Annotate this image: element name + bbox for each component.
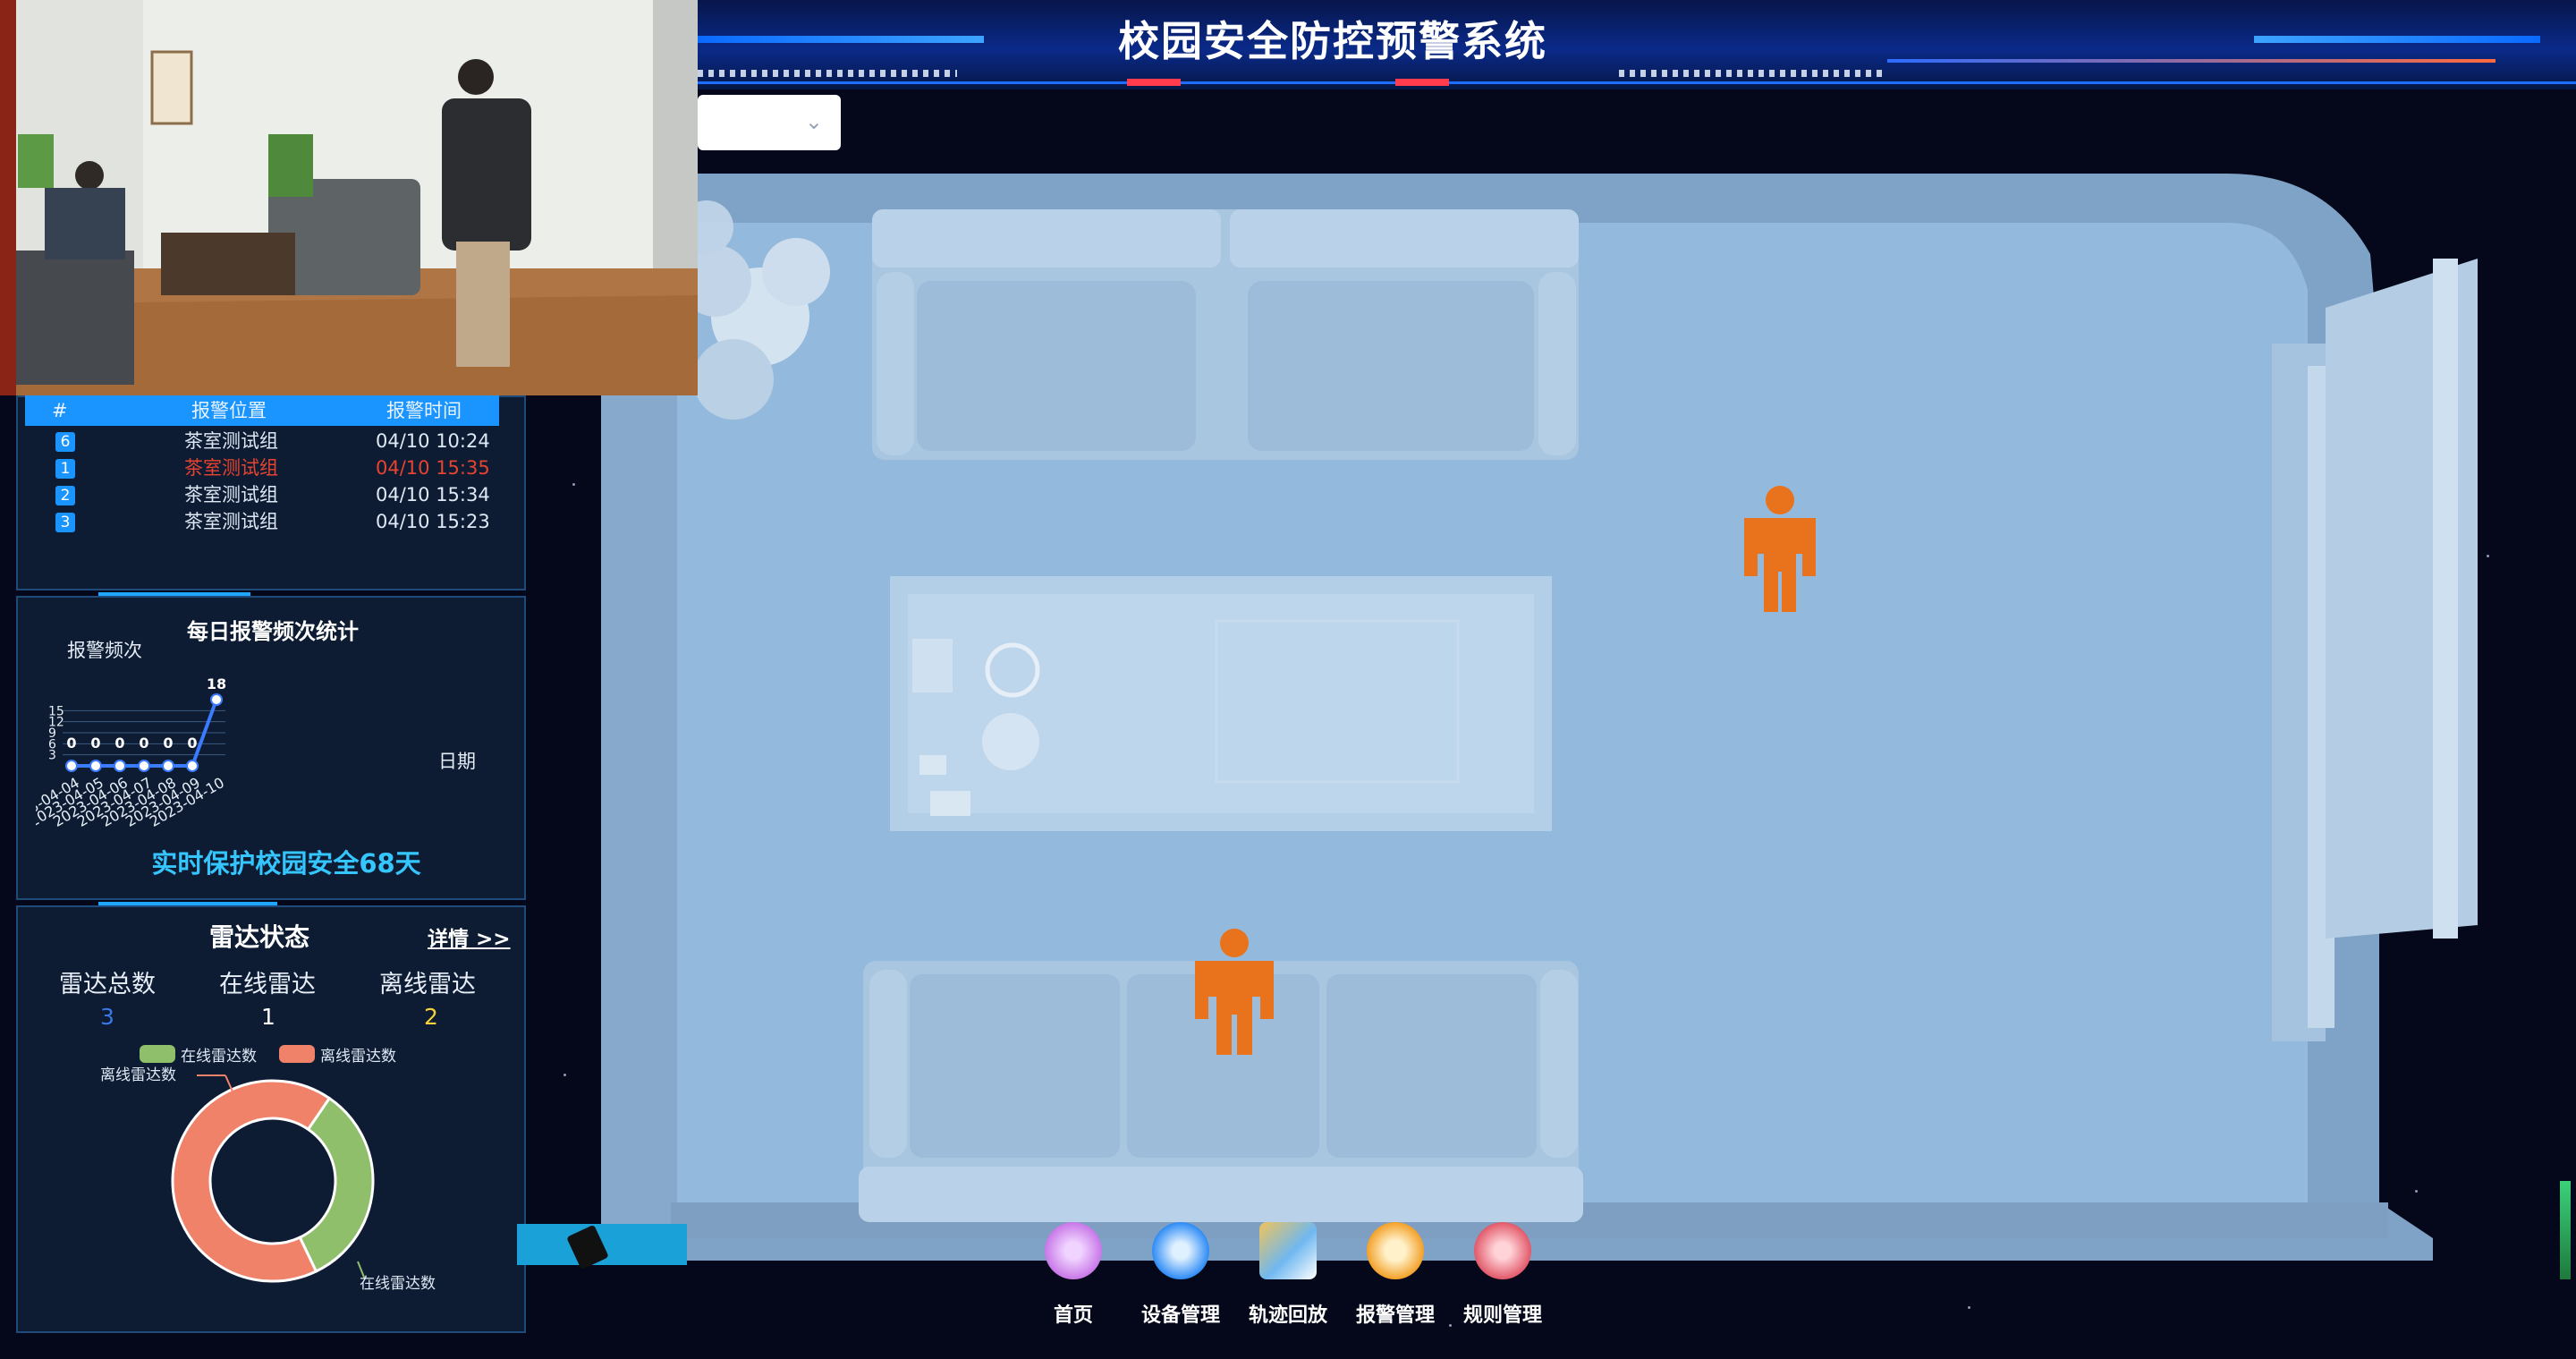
radar-online-value: 1: [261, 1004, 275, 1030]
safety-days-banner: 实时保护校园安全68天: [151, 848, 421, 879]
chart-point: [186, 760, 199, 772]
chart-point: [89, 760, 102, 772]
chart-data-label: 0: [187, 735, 197, 752]
door: [2272, 259, 2478, 1041]
map-icon[interactable]: [1259, 1222, 1317, 1279]
menu-rule-management[interactable]: 规则管理: [1449, 1299, 1556, 1328]
daily-alarm-chart: 报警频次 日期 1512963 2023-04-042023-04-052023…: [36, 640, 476, 830]
room-3d-view[interactable]: [590, 174, 2513, 1337]
radar-total-value: 3: [100, 1004, 114, 1030]
row-location[interactable]: 茶室测试组: [184, 481, 278, 508]
radar-online-label: 在线雷达: [219, 971, 316, 998]
gear-icon[interactable]: [1152, 1222, 1209, 1279]
donut-slice-offline: [171, 1079, 332, 1283]
chart-ytick: 3: [48, 749, 56, 763]
donut-online-label: 在线雷达数: [360, 1275, 436, 1293]
menu-device-management[interactable]: 设备管理: [1127, 1299, 1234, 1328]
radar-total-label: 雷达总数: [59, 971, 156, 998]
chart-point: [210, 693, 223, 706]
donut-offline-label: 离线雷达数: [100, 1066, 176, 1084]
row-time: 04/10 15:34: [376, 484, 490, 505]
chart-data-label: 0: [66, 735, 76, 752]
row-time: 04/10 15:35: [376, 457, 490, 479]
rule-icon[interactable]: [1474, 1222, 1531, 1279]
chart-point: [65, 760, 78, 772]
chart-data-label: 0: [114, 735, 124, 752]
chart-point: [114, 760, 126, 772]
side-indicator: [2560, 1181, 2571, 1279]
chevron-down-icon: ⌄: [804, 109, 823, 134]
radar-offline-label: 离线雷达: [379, 971, 476, 998]
radar-donut-chart: 离线雷达数 在线雷达数: [100, 1066, 436, 1293]
chart-data-label: 0: [139, 735, 148, 752]
radar-details-link[interactable]: 详情 >>: [428, 922, 511, 952]
row-location[interactable]: 茶室测试组: [184, 454, 278, 481]
col-time: 报警时间: [386, 400, 462, 421]
radar-title: 雷达状态: [209, 922, 310, 952]
row-location[interactable]: 茶室测试组: [184, 508, 278, 535]
row-index: 6: [55, 432, 75, 452]
row-index: 1: [55, 459, 75, 479]
device-icon: [566, 1224, 609, 1270]
camera-feed[interactable]: [0, 0, 698, 395]
radar-offline-value: 2: [424, 1004, 438, 1030]
chart-point: [138, 760, 150, 772]
chart-xlabel: 日期: [438, 751, 476, 772]
row-time: 04/10 10:24: [376, 430, 490, 452]
chart-ylabel: 报警频次: [67, 640, 142, 661]
chart-data-label: 0: [90, 735, 100, 752]
page-title: 校园安全防控预警系统: [1118, 17, 1547, 65]
menu-track-playback[interactable]: 轨迹回放: [1234, 1299, 1342, 1328]
row-index: 2: [55, 486, 75, 505]
map-legend-box[interactable]: [517, 1224, 687, 1270]
chart-data-label: 18: [207, 675, 226, 692]
header-bar: 校园安全防控预警系统: [698, 0, 2576, 89]
chart-point: [162, 760, 174, 772]
chart-data-label: 0: [163, 735, 173, 752]
tea-table: [890, 576, 1552, 831]
alarm-icon[interactable]: [1367, 1222, 1424, 1279]
area-select[interactable]: ⌄: [698, 95, 841, 150]
menu-alarm-management[interactable]: 报警管理: [1342, 1299, 1449, 1328]
sofa-top: [872, 209, 1579, 460]
col-location: 报警位置: [191, 400, 267, 421]
row-time: 04/10 15:23: [376, 511, 490, 532]
home-icon[interactable]: [1045, 1222, 1102, 1279]
menu-home[interactable]: 首页: [1020, 1299, 1127, 1328]
row-location[interactable]: 茶室测试组: [184, 428, 278, 454]
row-index: 3: [55, 513, 75, 532]
col-index: #: [52, 400, 68, 421]
